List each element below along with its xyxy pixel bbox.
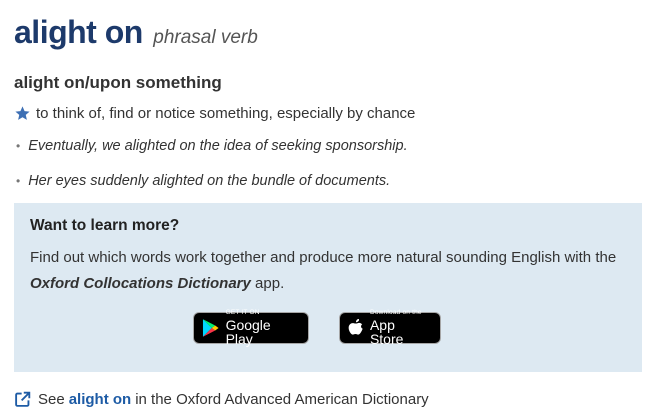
see-suffix: in the Oxford Advanced American Dictiona…: [135, 391, 429, 408]
google-play-label: Google Play: [225, 316, 271, 347]
see-prefix: See: [38, 391, 65, 408]
promo-text-after: app.: [250, 275, 285, 292]
app-store-small-label: Download on the: [369, 309, 422, 317]
app-store-label: App Store: [369, 316, 404, 347]
example-text: Her eyes suddenly alighted on the bundle…: [28, 173, 391, 189]
example-text: Eventually, we alighted on the idea of s…: [28, 138, 408, 154]
promo-box: Want to learn more? Find out which words…: [14, 203, 642, 372]
bullet-icon: •: [16, 139, 21, 153]
app-badges: GET IT ON Google Play Download on the Ap…: [14, 309, 642, 347]
app-store-button[interactable]: Download on the App Store: [339, 309, 441, 347]
promo-title: Want to learn more?: [30, 217, 180, 234]
definition-text: to think of, find or notice something, e…: [36, 105, 416, 122]
google-play-button[interactable]: GET IT ON Google Play: [193, 309, 309, 347]
star-icon[interactable]: [14, 105, 31, 122]
apple-icon: [348, 319, 363, 335]
see-also-link[interactable]: alight on: [69, 391, 132, 408]
entry-header: alight on phrasal verb: [14, 14, 258, 51]
google-play-small-label: GET IT ON: [225, 309, 260, 317]
phrase-heading: alight on/upon something: [14, 73, 222, 92]
external-link-icon: [15, 391, 31, 407]
headword: alight on: [14, 14, 143, 50]
dictionary-name: Oxford Collocations Dictionary: [30, 275, 251, 292]
see-also: See alight on in the Oxford Advanced Ame…: [14, 391, 429, 408]
part-of-speech: phrasal verb: [153, 27, 258, 48]
promo-text: Find out which words work together and p…: [30, 245, 626, 297]
google-play-icon: [202, 319, 219, 337]
example-item: • Her eyes suddenly alighted on the bund…: [16, 173, 390, 189]
bullet-icon: •: [16, 174, 21, 188]
example-item: • Eventually, we alighted on the idea of…: [16, 138, 408, 154]
promo-text-before: Find out which words work together and p…: [30, 249, 617, 266]
sense-definition: to think of, find or notice something, e…: [14, 105, 415, 122]
